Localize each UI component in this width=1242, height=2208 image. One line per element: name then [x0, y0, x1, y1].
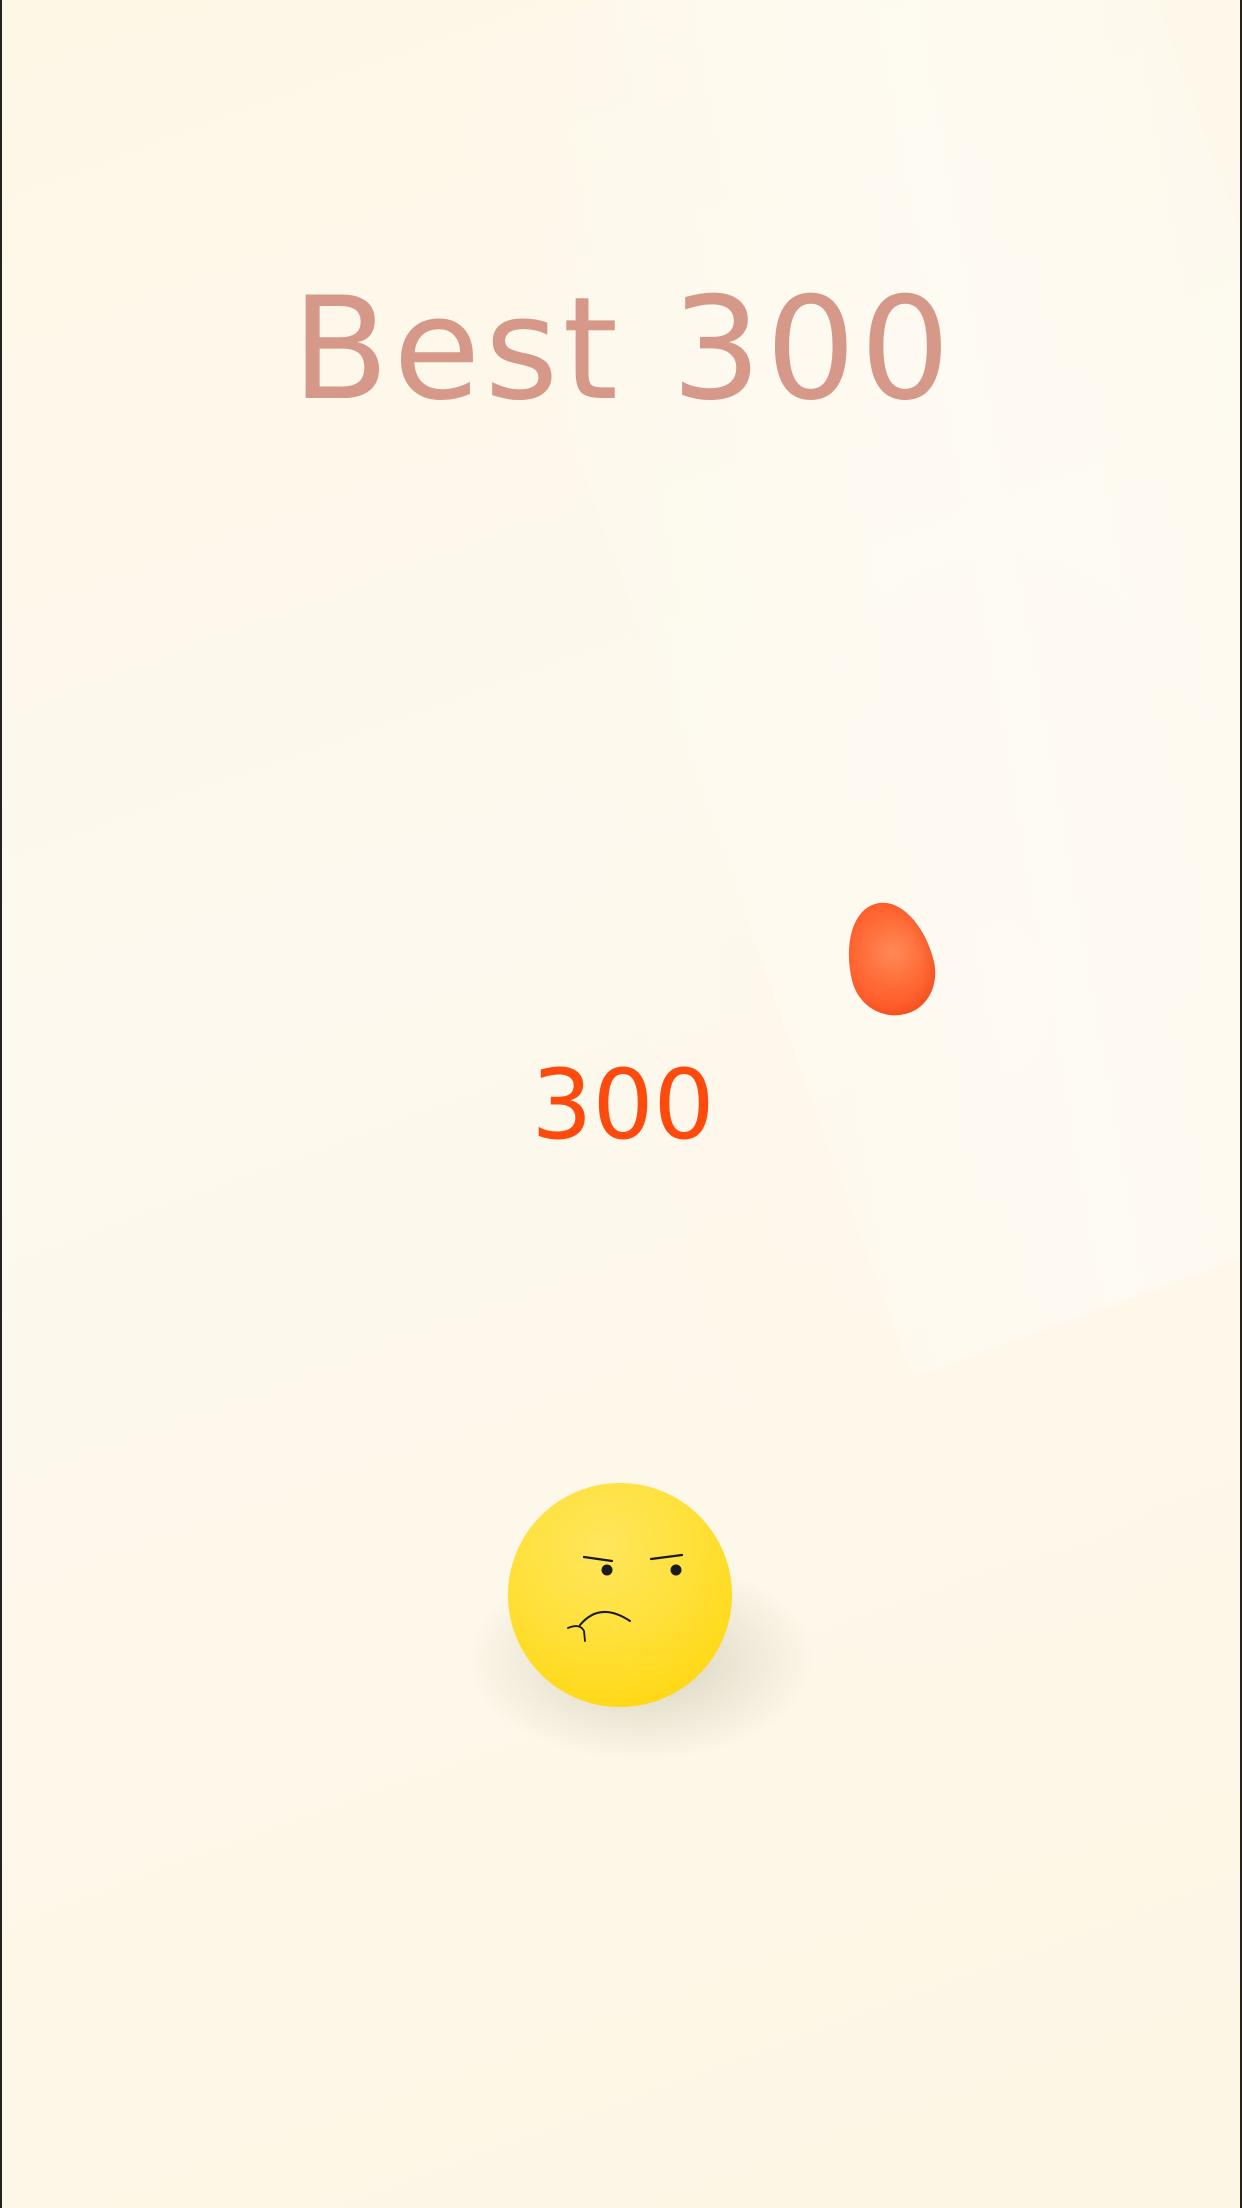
left-eye [601, 1564, 613, 1576]
orange-drop-icon [835, 893, 945, 1025]
mouth [579, 1611, 631, 1626]
mouth-corner [567, 1625, 586, 1642]
right-eye [670, 1564, 682, 1576]
game-screen[interactable]: Best 300 300 [0, 0, 1242, 2208]
current-score: 300 [531, 1049, 715, 1161]
player-ball[interactable] [508, 1483, 732, 1707]
grumpy-face-icon [567, 1553, 684, 1642]
right-eyebrow [649, 1553, 684, 1561]
best-score-label: Best 300 [291, 267, 955, 432]
background-light-streak [433, 0, 1240, 1378]
left-eyebrow [582, 1555, 614, 1563]
